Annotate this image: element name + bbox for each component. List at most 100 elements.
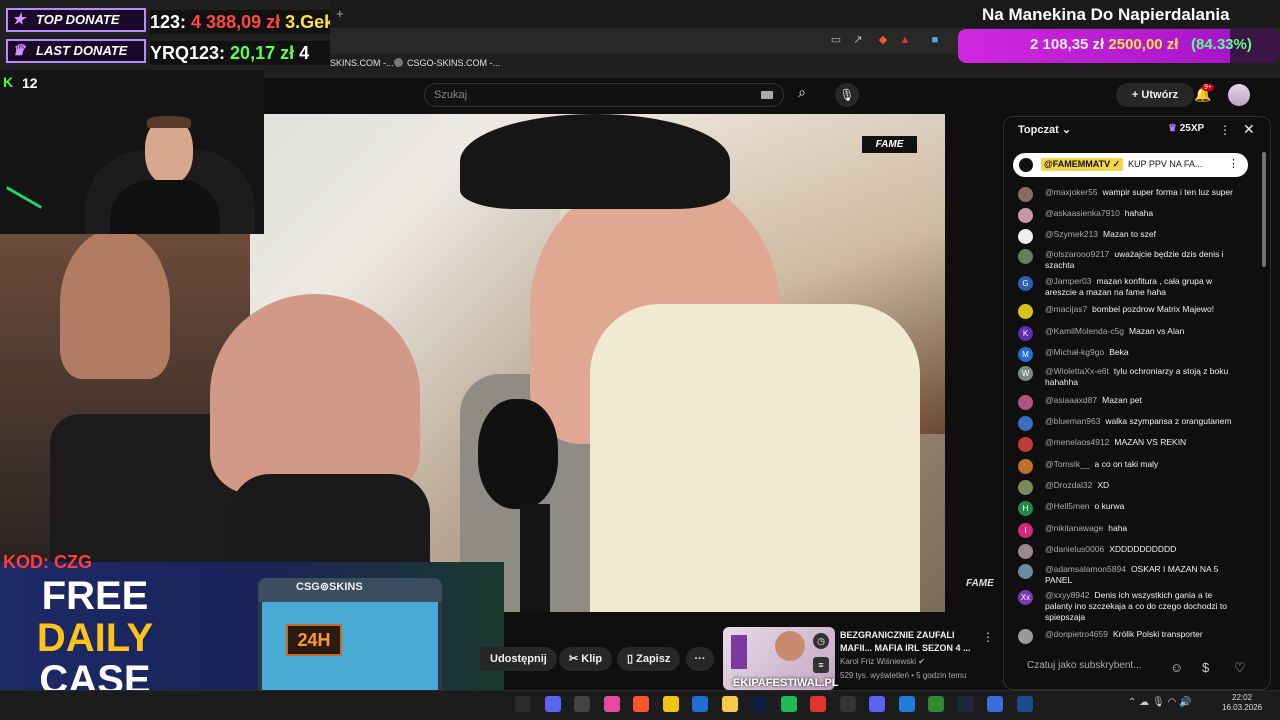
brave-icon[interactable] [633,696,649,712]
taskbar-clock[interactable]: 22:02 16.03.2026 [1222,693,1262,713]
chat-message[interactable]: @menelaos4912 MAZAN VS REKIN [1018,437,1240,452]
chat-username[interactable]: @Jamper03 [1045,276,1091,286]
chat-message[interactable]: I @nikitanawage haha [1018,523,1240,538]
chat-avatar[interactable] [1018,416,1033,431]
chat-username[interactable]: @Michał-kg9go [1045,347,1104,357]
chat-mode-dropdown[interactable]: Topczat ⌄ [1018,123,1071,136]
chat-message[interactable]: @asiaaaxd87 Mazan pet [1018,395,1240,410]
chat-message[interactable]: @danielus0006 XDDDDDDDDDD [1018,544,1240,559]
account-avatar[interactable] [1228,84,1250,106]
chat-avatar[interactable]: Xx [1018,590,1033,605]
suggested-video-title[interactable]: BEZGRANICZNIE ZAUFALI MAFII... MAFIA IRL… [840,629,980,655]
chat-avatar[interactable] [1018,437,1033,452]
chat-avatar[interactable] [1018,544,1033,559]
chat-avatar[interactable]: W [1018,366,1033,381]
chat-message[interactable]: @Tomsik__ a co on taki maly [1018,459,1240,474]
chat-message[interactable]: Xx @xxyy8942 Denis ich wszystkich gania a … [1018,590,1240,623]
add-to-queue-icon[interactable]: ≡ [813,657,829,673]
chat-avatar[interactable]: K [1018,326,1033,341]
chat-xp-badge[interactable]: ♛ 25XP [1168,123,1204,134]
chat-message[interactable]: H @Hell5men o kurwa [1018,501,1240,516]
search-icon[interactable]: ⌕ [787,84,817,106]
chat-message[interactable]: M @Michał-kg9go Beka [1018,347,1240,362]
steam-app-icon[interactable] [1016,696,1033,712]
chat-message[interactable]: W @WiolettaXx-e6t tylu ochroniarzy a stoją… [1018,366,1240,388]
chat-message[interactable]: @donpietro4659 Królik Polski transporter [1018,629,1240,644]
share-page-icon[interactable]: ↗ [851,33,865,47]
chat-avatar[interactable]: G [1018,276,1033,291]
chat-username[interactable]: @adamsalamon5894 [1045,564,1126,574]
chat-menu-icon[interactable]: ⋮ [1219,123,1231,137]
chat-avatar[interactable] [1018,229,1033,244]
chat-message[interactable]: K @KamilMolenda-c5g Mazan vs Alan [1018,326,1240,341]
chat-avatar[interactable] [1018,480,1033,495]
pinned-menu-icon[interactable]: ⋮ [1228,157,1239,170]
extension-icon[interactable]: ■ [928,33,942,47]
chat-username[interactable]: @KamilMolenda-c5g [1045,326,1124,336]
chat-message[interactable]: @olszarooo9217 uważajcie będzie dzis deni… [1018,249,1240,271]
chat-username[interactable]: @donpietro4659 [1045,629,1108,639]
chat-message[interactable]: @adamsalamon5894 OSKAR I MAZAN NA 5 PANEL [1018,564,1240,586]
discord-icon[interactable] [544,696,561,712]
brave-rewards-icon[interactable]: ▲ [898,33,912,47]
chat-username[interactable]: @olszarooo9217 [1045,249,1109,259]
chat-message[interactable]: @maxjoker55 wampir super forma i ten luz … [1018,187,1240,202]
chat-scrollbar[interactable] [1262,152,1266,267]
create-button[interactable]: + Utwórz [1116,83,1194,107]
minecraft-icon[interactable] [928,696,944,712]
chat-username[interactable]: @askaasienka7910 [1045,208,1120,218]
chat-avatar[interactable] [1018,304,1033,319]
chat-username[interactable]: @xxyy8942 [1045,590,1090,600]
chat-avatar[interactable] [1018,187,1033,202]
chat-avatar[interactable]: H [1018,501,1033,516]
chat-avatar[interactable] [1018,459,1033,474]
microphone-icon[interactable]: 🎙 [835,83,859,107]
chat-username[interactable]: @Hell5men [1045,501,1090,511]
chat-username[interactable]: @WiolettaXx-e6t [1045,366,1109,376]
chat-message[interactable]: @Drozdal32 XD [1018,480,1240,495]
creative-cloud-icon[interactable] [810,696,826,712]
snipping-icon[interactable] [603,696,620,712]
chat-message[interactable]: @askaasienka7910 hahaha [1018,208,1240,223]
chat-avatar[interactable]: I [1018,523,1033,538]
spotify-icon[interactable] [780,696,797,712]
chat-avatar[interactable] [1018,208,1033,223]
calculator-icon[interactable] [692,696,708,712]
chat-avatar[interactable] [1018,564,1033,579]
suggested-channel-name[interactable]: Karol Friz Wiśniewski ✔ [840,657,925,666]
emoji-icon[interactable]: ☺ [1170,660,1183,675]
chat-avatar[interactable] [1018,395,1033,410]
chat-username[interactable]: @asiaaaxd87 [1045,395,1097,405]
chat-username[interactable]: @danielus0006 [1045,544,1104,554]
chrome-icon[interactable] [662,696,679,712]
chat-input[interactable]: Czatuj jako subskrybent... [1027,660,1142,671]
watch-later-icon[interactable]: ◷ [813,633,829,649]
photoshop-icon[interactable] [751,696,767,712]
more-actions-icon[interactable]: ··· [686,647,714,671]
keyboard-icon[interactable] [761,91,773,99]
discord-app-icon[interactable] [869,696,885,712]
super-chat-icon[interactable]: $ [1202,660,1209,675]
save-button[interactable]: ▯ Zapisz [617,647,681,671]
gear-icon[interactable] [839,696,856,712]
close-icon[interactable]: ✕ [1243,121,1255,138]
chat-username[interactable]: @Tomsik__ [1045,459,1090,469]
bookmark-item[interactable]: SKINS.COM -... [330,58,394,68]
new-tab-button[interactable]: + [336,6,344,21]
explorer-icon[interactable] [721,696,738,712]
bluestacks-icon[interactable] [898,696,915,712]
suggested-more-icon[interactable]: ⋮ [982,630,994,644]
chat-message[interactable]: @Szymek213 Mazan to szef [1018,229,1240,244]
heart-icon[interactable]: ♡ [1234,660,1246,676]
clip-button[interactable]: ✂ Klip [559,647,613,671]
chat-username[interactable]: @nikitanawage [1045,523,1103,533]
bookmark-item[interactable]: CSGO-SKINS.COM -... [394,58,500,68]
chat-avatar[interactable] [1018,249,1033,264]
chat-message[interactable]: G @Jamper03 mazan konfitura , cała grupa w… [1018,276,1240,298]
chat-username[interactable]: @Drozdal32 [1045,480,1092,490]
chat-avatar[interactable] [1018,629,1033,644]
brave-shield-icon[interactable]: ◆ [876,33,890,47]
chat-avatar[interactable]: M [1018,347,1033,362]
obs-icon[interactable] [515,696,531,712]
steam-icon[interactable] [957,696,974,712]
